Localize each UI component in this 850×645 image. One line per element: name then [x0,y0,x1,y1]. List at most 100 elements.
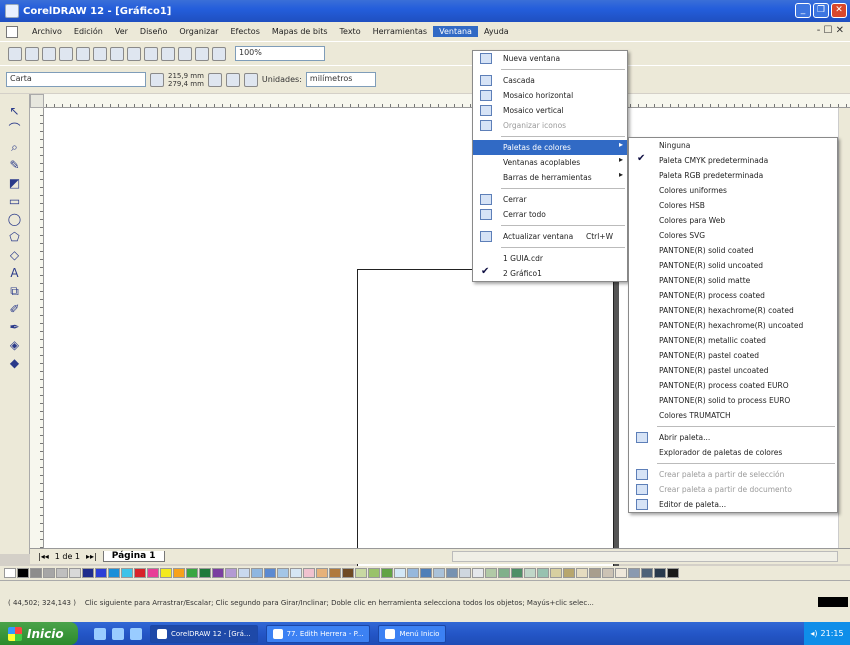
pick-tool-icon[interactable]: ↖ [7,104,23,118]
ie-icon[interactable] [94,627,106,640]
menu-item-colores-hsb[interactable]: Colores HSB [629,198,837,213]
color-swatch[interactable] [303,568,315,578]
menu-item-barras-de-herramientas[interactable]: Barras de herramientas ▸ [473,170,627,185]
outline-tool-icon[interactable]: ✒ [7,320,23,334]
color-swatch[interactable] [225,568,237,578]
menu-item-crear-paleta-a-partir-de-documento[interactable]: Crear paleta a partir de documento [629,482,837,497]
portrait-orientation-icon[interactable] [207,72,222,87]
close-button[interactable]: ✕ [831,3,847,18]
color-swatch[interactable] [524,568,536,578]
corel-online-icon[interactable] [212,46,226,61]
color-swatch[interactable] [264,568,276,578]
freehand-tool-icon[interactable]: ✎ [7,158,23,172]
zoom-tool-icon[interactable]: ⌕ [7,140,23,154]
color-swatch[interactable] [368,568,380,578]
color-swatch[interactable] [69,568,81,578]
volume-icon[interactable]: ◂) [810,629,817,638]
color-swatch[interactable] [446,568,458,578]
menu-item-editor-de-paleta[interactable]: Editor de paleta... [629,497,837,512]
color-swatch[interactable] [628,568,640,578]
first-page-button[interactable]: |◂◂ [38,552,49,561]
color-swatch[interactable] [394,568,406,578]
color-swatch[interactable] [95,568,107,578]
restore-button[interactable]: ❐ [813,3,829,18]
menu-item-pantone-r-hexachrome-r-uncoated[interactable]: PANTONE(R) hexachrome(R) uncoated [629,318,837,333]
rectangle-tool-icon[interactable]: ▭ [7,194,23,208]
import-icon[interactable] [161,46,175,61]
mdi-controls[interactable]: - ☐ ✕ [817,25,844,36]
paper-type-combo[interactable]: Carta [6,72,146,87]
copy-icon[interactable] [93,46,107,61]
menu-item-pantone-r-pastel-coated[interactable]: PANTONE(R) pastel coated [629,348,837,363]
vertical-ruler[interactable] [30,108,44,548]
task-browser[interactable]: 77. Edith Herrera - P... [265,624,371,643]
color-swatch[interactable] [251,568,263,578]
interactive-blend-icon[interactable]: ⧉ [7,284,23,298]
color-swatch[interactable] [108,568,120,578]
menu-item-ventanas-acoplables[interactable]: Ventanas acoplables ▸ [473,155,627,170]
horizontal-ruler[interactable] [30,94,850,108]
color-swatch[interactable] [641,568,653,578]
color-swatch[interactable] [30,568,42,578]
task-coreldraw[interactable]: CorelDRAW 12 - [Grá... [150,624,258,643]
menu-item-pantone-r-solid-to-process-euro[interactable]: PANTONE(R) solid to process EURO [629,393,837,408]
paste-icon[interactable] [110,46,124,61]
color-swatch[interactable] [602,568,614,578]
color-swatch[interactable] [82,568,94,578]
color-swatch[interactable] [160,568,172,578]
launcher-icon[interactable] [195,46,209,61]
portrait-icon[interactable] [150,72,164,87]
color-swatch[interactable] [238,568,250,578]
menu-item-pantone-r-solid-matte[interactable]: PANTONE(R) solid matte [629,273,837,288]
shape-tool-icon[interactable]: ⌒ [7,122,23,136]
desktop-icon[interactable] [130,627,142,640]
menu-item-cerrar[interactable]: Cerrar [473,192,627,207]
menu-item-pantone-r-solid-uncoated[interactable]: PANTONE(R) solid uncoated [629,258,837,273]
menu-item-pantone-r-solid-coated[interactable]: PANTONE(R) solid coated [629,243,837,258]
color-swatch[interactable] [472,568,484,578]
eyedropper-tool-icon[interactable]: ✐ [7,302,23,316]
color-swatch[interactable] [355,568,367,578]
task-menu-inicio[interactable]: Menú Inicio [378,624,447,643]
color-swatch[interactable] [459,568,471,578]
menu-item-1-guia-cdr[interactable]: 1 GUIA.cdr [473,251,627,266]
document-icon[interactable] [6,25,18,38]
color-swatch[interactable] [134,568,146,578]
menu-ver[interactable]: Ver [109,26,134,37]
color-swatch[interactable] [667,568,679,578]
menu-item-paleta-cmyk-predeterminada[interactable]: ✔ Paleta CMYK predeterminada [629,153,837,168]
units-combo[interactable]: milímetros [305,72,376,87]
color-swatch[interactable] [485,568,497,578]
color-swatch[interactable] [277,568,289,578]
menu-item-pantone-r-metallic-coated[interactable]: PANTONE(R) metallic coated [629,333,837,348]
page-height-field[interactable]: 279,4 mm [168,80,204,88]
color-swatch[interactable] [186,568,198,578]
menu-ayuda[interactable]: Ayuda [478,26,515,37]
next-page-button[interactable]: ▸▸| [86,552,97,561]
color-swatch[interactable] [121,568,133,578]
color-swatch[interactable] [407,568,419,578]
fill-tool-icon[interactable]: ◈ [7,338,23,352]
menu-item-abrir-paleta[interactable]: Abrir paleta... [629,430,837,445]
menu-item-pantone-r-process-coated-euro[interactable]: PANTONE(R) process coated EURO [629,378,837,393]
color-swatch[interactable] [381,568,393,578]
new-icon[interactable] [8,46,22,61]
menu-texto[interactable]: Texto [334,26,367,37]
color-swatch[interactable] [4,568,16,578]
menu-item-actualizar-ventana[interactable]: Actualizar ventana Ctrl+W [473,229,627,244]
color-swatch[interactable] [589,568,601,578]
menu-item-mosaico-vertical[interactable]: Mosaico vertical [473,103,627,118]
color-swatch[interactable] [56,568,68,578]
menu-item-mosaico-horizontal[interactable]: Mosaico horizontal [473,88,627,103]
menu-item-colores-para-web[interactable]: Colores para Web [629,213,837,228]
color-swatch[interactable] [212,568,224,578]
cut-icon[interactable] [76,46,90,61]
undo-icon[interactable] [127,46,141,61]
menu-item-colores-trumatch[interactable]: Colores TRUMATCH [629,408,837,423]
color-swatch[interactable] [199,568,211,578]
menu-efectos[interactable]: Efectos [224,26,265,37]
menu-item-pantone-r-process-coated[interactable]: PANTONE(R) process coated [629,288,837,303]
color-swatch[interactable] [329,568,341,578]
menu-item-pantone-r-hexachrome-r-coated[interactable]: PANTONE(R) hexachrome(R) coated [629,303,837,318]
color-swatch[interactable] [498,568,510,578]
